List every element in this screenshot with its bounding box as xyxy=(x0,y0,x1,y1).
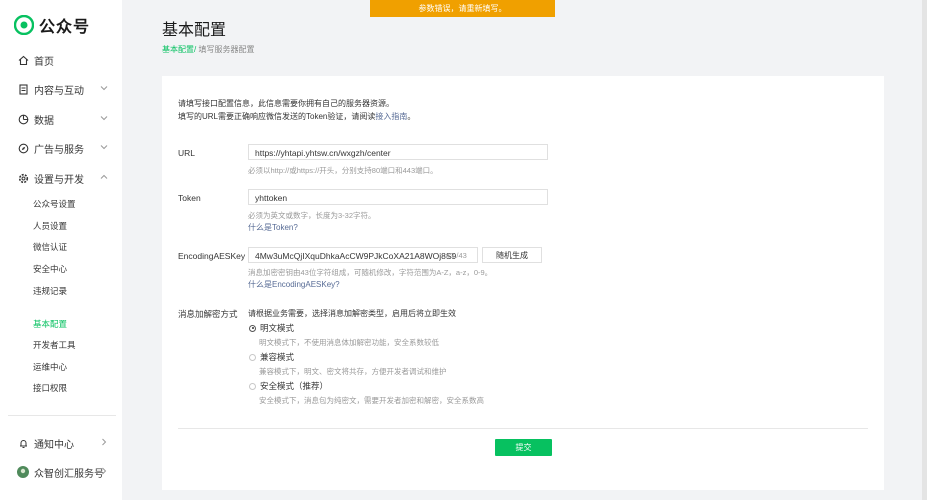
chevron-down-icon xyxy=(100,145,108,150)
what-is-aeskey-link[interactable]: 什么是EncodingAESKey? xyxy=(248,279,340,290)
generate-random-button[interactable]: 随机生成 xyxy=(482,247,542,263)
breadcrumb: 基本配置/ 填写服务器配置 xyxy=(162,44,254,55)
aeskey-input[interactable]: 4Mw3uMcQjIXquDhkaAcCW9PJkCoXA21A8WOj8S9 xyxy=(248,247,478,263)
intro-text: 请填写接口配置信息，此信息需要你拥有自己的服务器资源。 填写的URL需要正确响应… xyxy=(178,97,415,123)
sub-item-basic-config[interactable]: 基本配置 xyxy=(33,318,67,330)
sidebar-item-label: 通知中心 xyxy=(34,439,74,451)
wechat-logo-icon xyxy=(14,15,34,35)
sub-item-security-center[interactable]: 安全中心 xyxy=(33,263,67,275)
sidebar-item-label: 众智创汇服务号 xyxy=(34,468,104,480)
url-hint: 必须以http://或https://开头，分别支持80端口和443端口。 xyxy=(248,166,438,175)
token-hint: 必须为英文或数字，长度为3-32字符。 xyxy=(248,211,376,220)
radio-compatible[interactable]: 兼容模式 xyxy=(249,351,294,363)
chevron-down-icon xyxy=(100,116,108,121)
radio-label: 安全模式（推荐） xyxy=(260,381,329,391)
home-icon xyxy=(17,54,29,66)
sidebar-item-data[interactable]: 数据 xyxy=(0,107,122,131)
config-card: 请填写接口配置信息，此信息需要你拥有自己的服务器资源。 填写的URL需要正确响应… xyxy=(162,76,884,490)
sidebar-item-home[interactable]: 首页 xyxy=(0,48,122,72)
chevron-up-icon xyxy=(100,174,108,179)
chevron-right-icon xyxy=(102,467,107,475)
sub-item-api-permissions[interactable]: 接口权限 xyxy=(33,382,67,394)
radio-label: 明文模式 xyxy=(260,323,295,333)
breadcrumb-current: 填写服务器配置 xyxy=(196,45,255,54)
breadcrumb-link[interactable]: 基本配置/ xyxy=(162,45,196,54)
sidebar-item-label: 数据 xyxy=(34,115,54,127)
what-is-token-link[interactable]: 什么是Token? xyxy=(248,222,298,233)
radio-dot-checked xyxy=(249,324,256,332)
document-icon xyxy=(17,83,29,95)
access-guide-link[interactable]: 接入指南 xyxy=(375,112,407,121)
url-label: URL xyxy=(178,148,196,158)
pie-chart-icon xyxy=(17,113,29,125)
radio-secure[interactable]: 安全模式（推荐） xyxy=(249,380,328,392)
sidebar-divider xyxy=(8,415,116,416)
chevron-right-icon xyxy=(102,438,107,446)
gear-icon xyxy=(17,172,29,184)
compass-icon xyxy=(17,142,29,154)
radio-dot xyxy=(249,353,256,361)
intro-line-2: 填写的URL需要正确响应微信发送的Token验证，请阅读接入指南。 xyxy=(178,110,415,123)
sidebar-item-notifications[interactable]: 通知中心 xyxy=(0,431,122,455)
radio-label: 兼容模式 xyxy=(260,352,295,362)
url-input[interactable]: https://yhtapi.yhtsw.cn/wxgzh/center xyxy=(248,144,548,160)
sidebar-item-label: 首页 xyxy=(34,56,54,68)
sub-item-dev-tools[interactable]: 开发者工具 xyxy=(33,339,76,351)
sidebar-item-ads-services[interactable]: 广告与服务 xyxy=(0,136,122,160)
page-scrollbar[interactable] xyxy=(922,0,927,500)
sub-item-wechat-verify[interactable]: 微信认证 xyxy=(33,241,67,253)
sub-item-ops-center[interactable]: 运维中心 xyxy=(33,361,67,373)
intro-line-2-suffix: 。 xyxy=(407,112,416,121)
bell-icon xyxy=(17,437,29,449)
chevron-down-icon xyxy=(100,86,108,91)
page-title: 基本配置 xyxy=(162,22,227,39)
sidebar: 公众号 首页 内容与互动 数据 广告与服务 设置与开发 公众号设置 人员设置 微… xyxy=(0,0,122,500)
avatar xyxy=(17,466,29,478)
encrypt-mode-hint: 请根据业务需要，选择消息加解密类型，启用后将立即生效 xyxy=(248,309,456,318)
radio-dot xyxy=(249,382,256,390)
radio-compatible-desc: 兼容模式下，明文、密文将共存，方便开发者调试和维护 xyxy=(259,367,447,376)
aeskey-label: EncodingAESKey xyxy=(178,251,246,261)
logo-text: 公众号 xyxy=(39,19,91,36)
submit-button[interactable]: 提交 xyxy=(495,439,552,456)
sidebar-item-label: 内容与互动 xyxy=(34,85,84,97)
sidebar-item-settings-dev[interactable]: 设置与开发 xyxy=(0,166,122,190)
error-notice: 参数错误，请重新填写。 xyxy=(370,0,555,17)
radio-secure-desc: 安全模式下，消息包为纯密文，需要开发者加密和解密，安全系数高 xyxy=(259,396,484,405)
sidebar-item-label: 设置与开发 xyxy=(34,174,84,186)
sidebar-item-content[interactable]: 内容与互动 xyxy=(0,77,122,101)
sidebar-item-account[interactable]: 众智创汇服务号 xyxy=(0,460,122,484)
sidebar-item-label: 广告与服务 xyxy=(34,144,84,156)
intro-line-1: 请填写接口配置信息，此信息需要你拥有自己的服务器资源。 xyxy=(178,99,394,108)
sub-item-violation-records[interactable]: 违规记录 xyxy=(33,285,67,297)
intro-line-2-prefix: 填写的URL需要正确响应微信发送的Token验证，请阅读 xyxy=(178,112,376,121)
encrypt-mode-label: 消息加解密方式 xyxy=(178,309,238,319)
aeskey-value: 4Mw3uMcQjIXquDhkaAcCW9PJkCoXA21A8WOj8S9 xyxy=(255,251,457,261)
token-label: Token xyxy=(178,193,201,203)
token-input[interactable]: yhttoken xyxy=(248,189,548,205)
logo[interactable]: 公众号 xyxy=(14,13,90,37)
aeskey-counter: 43 /43 xyxy=(446,251,467,260)
sub-item-account-settings[interactable]: 公众号设置 xyxy=(33,198,76,210)
radio-plaintext-desc: 明文模式下，不使用消息体加解密功能，安全系数较低 xyxy=(259,338,439,347)
sub-item-staff-settings[interactable]: 人员设置 xyxy=(33,220,67,232)
form-divider xyxy=(178,428,868,429)
radio-plaintext[interactable]: 明文模式 xyxy=(249,322,294,334)
aeskey-hint: 消息加密密钥由43位字符组成，可随机修改，字符范围为A-Z，a-z，0-9。 xyxy=(248,268,493,277)
